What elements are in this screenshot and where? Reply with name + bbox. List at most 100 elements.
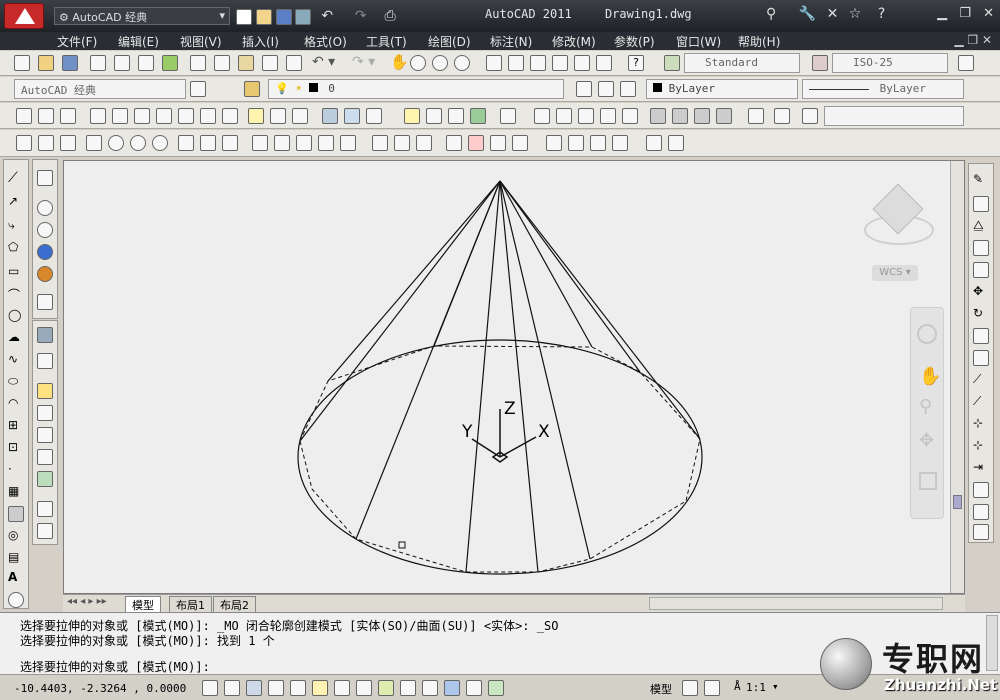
save-icon[interactable]	[62, 55, 78, 71]
tab-nav-arrows[interactable]: ◂◂ ◂ ▸ ▸▸	[67, 596, 107, 607]
dim-style-select[interactable]: ISO-25	[832, 53, 948, 73]
table-icon[interactable]: ▤	[8, 550, 24, 566]
zoom-realtime-icon[interactable]	[410, 55, 426, 71]
doc-window-controls[interactable]: ▁ ❐ ✕	[954, 33, 992, 47]
open-icon[interactable]	[38, 55, 54, 71]
ellipse-icon[interactable]: ⬭	[8, 374, 24, 390]
render-region-icon[interactable]	[37, 294, 53, 310]
polyline-icon[interactable]: ⤷	[8, 218, 24, 234]
showmotion-icon[interactable]	[919, 472, 937, 490]
interfere-icon[interactable]	[546, 135, 562, 151]
wcs-menu[interactable]: WCS ▾	[872, 265, 918, 281]
layer-previous-icon[interactable]	[598, 81, 614, 97]
stretch-icon[interactable]	[973, 350, 989, 366]
menu-dimension[interactable]: 标注(N)	[490, 33, 532, 50]
visual-style-icon[interactable]	[322, 108, 338, 124]
markup-icon[interactable]	[574, 55, 590, 71]
menu-parametric[interactable]: 参数(P)	[614, 33, 655, 50]
help-icon[interactable]: ?	[628, 55, 644, 71]
properties-icon[interactable]	[486, 55, 502, 71]
solid-box-icon[interactable]	[38, 135, 54, 151]
copy-object-icon[interactable]	[973, 196, 989, 212]
slice-icon[interactable]	[568, 135, 584, 151]
text-style-icon[interactable]	[664, 55, 680, 71]
quickcalc-icon[interactable]	[596, 55, 612, 71]
orbit-icon[interactable]	[470, 108, 486, 124]
preview-icon[interactable]	[114, 55, 130, 71]
menu-tools[interactable]: 工具(T)	[366, 33, 407, 50]
publish-icon[interactable]	[138, 55, 154, 71]
shade-icon[interactable]	[37, 327, 53, 343]
intersect-icon[interactable]	[416, 135, 432, 151]
dyn-icon[interactable]	[400, 680, 416, 696]
3d-dwf-icon[interactable]	[162, 55, 178, 71]
break-icon[interactable]: ⊹	[973, 438, 989, 454]
workspace-select[interactable]: AutoCAD 经典	[14, 79, 186, 99]
render-window-icon[interactable]	[37, 501, 53, 517]
scroll-thumb[interactable]	[953, 495, 962, 509]
view-sw-iso-icon[interactable]	[650, 108, 666, 124]
ortho-icon[interactable]	[268, 680, 284, 696]
union-icon[interactable]	[372, 135, 388, 151]
ucs-object-icon[interactable]	[178, 108, 194, 124]
zoom-window-icon[interactable]	[432, 55, 448, 71]
fillet-icon[interactable]	[973, 504, 989, 520]
named-views-icon[interactable]	[774, 108, 790, 124]
extrude-icon[interactable]	[252, 135, 268, 151]
view-se-iso-icon[interactable]	[672, 108, 688, 124]
solid-polysolid-icon[interactable]	[16, 135, 32, 151]
teapot-icon[interactable]	[37, 353, 53, 369]
undo-icon[interactable]: ↶ ▾	[312, 54, 335, 70]
vertical-scrollbar[interactable]	[950, 161, 964, 593]
infer-constraints-icon[interactable]	[202, 680, 218, 696]
box-icon[interactable]	[38, 108, 54, 124]
menu-help[interactable]: 帮助(H)	[738, 33, 780, 50]
block-editor-icon[interactable]	[286, 55, 302, 71]
new-icon[interactable]	[14, 55, 30, 71]
extract-edges-icon[interactable]	[646, 135, 662, 151]
view-ne-iso-icon[interactable]	[694, 108, 710, 124]
menu-view[interactable]: 视图(V)	[180, 33, 222, 50]
mtext-icon[interactable]: A	[8, 570, 24, 586]
ucs-view-icon[interactable]	[200, 108, 216, 124]
view-right-icon[interactable]	[600, 108, 616, 124]
redo-icon[interactable]: ↷ ▾	[352, 54, 375, 70]
otrack-icon[interactable]	[356, 680, 372, 696]
make-current-icon[interactable]	[576, 81, 592, 97]
command-prompt[interactable]: 选择要拉伸的对象或 [模式(MO)]:	[20, 658, 210, 675]
copy-icon[interactable]	[214, 55, 230, 71]
wedge-icon[interactable]	[60, 108, 76, 124]
polygon-icon[interactable]: ⬠	[8, 240, 24, 256]
materials-browser-icon[interactable]	[37, 427, 53, 443]
drawing-area[interactable]: Z Y X WCS ▾ ✋ ⚲ ✥	[63, 160, 965, 594]
3d-array-icon[interactable]	[512, 135, 528, 151]
hidden-icon[interactable]	[404, 108, 420, 124]
horizontal-scrollbar[interactable]	[649, 597, 943, 610]
3d-osnap-icon[interactable]	[334, 680, 350, 696]
ucs-origin-icon[interactable]	[222, 108, 238, 124]
region-icon[interactable]: ◎	[8, 528, 24, 544]
chamfer-icon[interactable]	[973, 482, 989, 498]
render-env-icon[interactable]	[37, 222, 53, 238]
spline-icon[interactable]: ∿	[8, 352, 24, 368]
imprint-icon[interactable]	[668, 135, 684, 151]
sun-light-icon[interactable]	[37, 383, 53, 399]
selection-cycling-icon[interactable]	[488, 680, 504, 696]
line-icon[interactable]: ⟋	[8, 170, 24, 186]
ucs-world-icon[interactable]	[112, 108, 128, 124]
break-at-point-icon[interactable]: ⊹	[973, 416, 989, 432]
transparency-icon[interactable]	[444, 680, 460, 696]
paste-icon[interactable]	[238, 55, 254, 71]
realistic-icon[interactable]	[366, 108, 382, 124]
material-ball-blue-icon[interactable]	[37, 244, 53, 260]
ellipse-arc-icon[interactable]: ◠	[8, 396, 24, 412]
ducs-icon[interactable]	[378, 680, 394, 696]
construction-line-icon[interactable]: ↗	[8, 194, 24, 210]
view-front-icon[interactable]	[622, 108, 638, 124]
steering-wheel-icon[interactable]	[917, 324, 937, 344]
grid-display-icon[interactable]	[246, 680, 262, 696]
menu-edit[interactable]: 编辑(E)	[118, 33, 159, 50]
open-folder-icon[interactable]	[255, 8, 272, 25]
restore-icon[interactable]: ❐	[959, 6, 971, 21]
map-planar-icon[interactable]	[37, 471, 53, 487]
